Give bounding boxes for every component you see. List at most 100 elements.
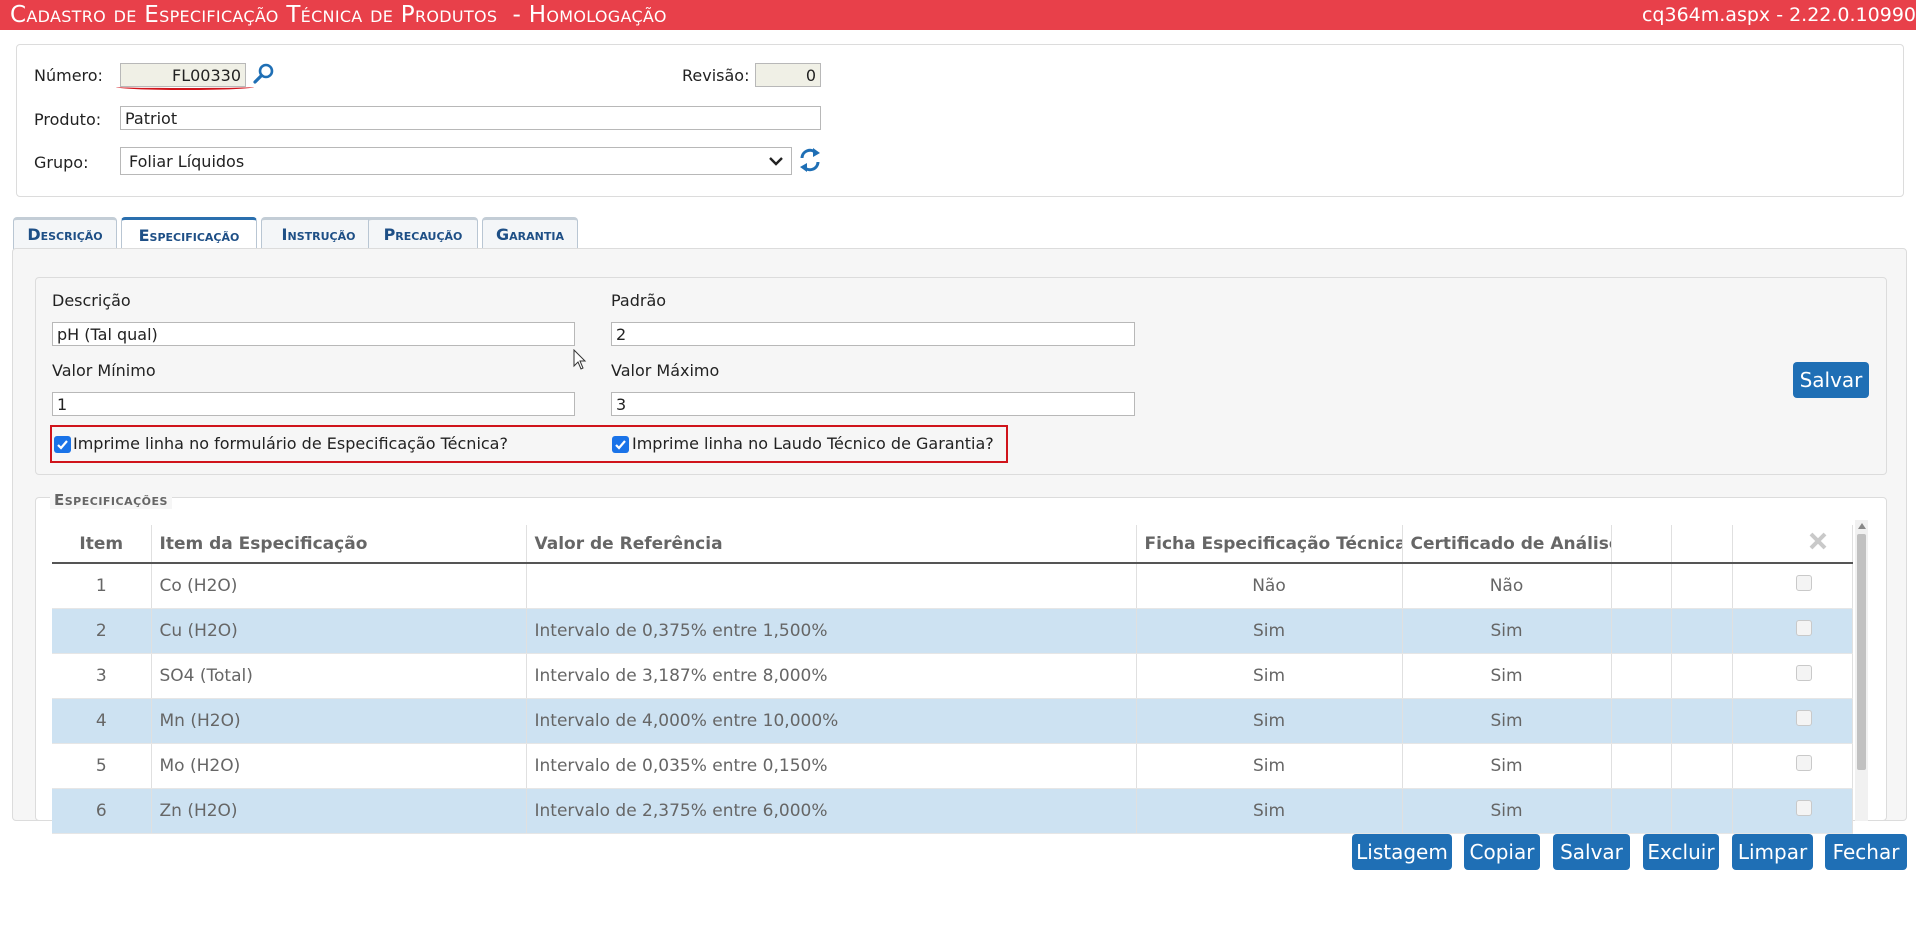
cell-ficha: Sim: [1136, 653, 1403, 699]
cell-select: [1732, 788, 1853, 834]
copiar-button[interactable]: Copiar: [1464, 834, 1540, 870]
print-warranty-label: Imprime linha no Laudo Técnico de Garant…: [632, 434, 994, 453]
tab-garantia[interactable]: Garantia: [482, 217, 578, 249]
cell-empty: [1671, 788, 1733, 834]
col-delete[interactable]: [1732, 525, 1853, 564]
row-checkbox[interactable]: [1795, 620, 1812, 636]
table-row[interactable]: 2 Cu (H2O) Intervalo de 0,375% entre 1,5…: [52, 608, 1853, 654]
numero-underline-annotation: [116, 84, 254, 90]
chevron-down-icon: [767, 150, 785, 172]
cell-empty: [1611, 743, 1672, 789]
tab-precaucao[interactable]: Precaução: [368, 217, 478, 249]
fechar-button[interactable]: Fechar: [1825, 834, 1907, 870]
cell-spec: Cu (H2O): [151, 608, 527, 654]
valor-minimo-field[interactable]: 1: [52, 392, 575, 416]
numero-label: Número:: [34, 66, 103, 85]
grupo-label: Grupo:: [34, 153, 89, 172]
scroll-up-arrow-icon[interactable]: [1858, 523, 1866, 529]
cell-ficha: Sim: [1136, 788, 1403, 834]
cell-item: 2: [52, 608, 152, 654]
row-checkbox[interactable]: [1795, 710, 1812, 726]
valor-minimo-label: Valor Mínimo: [52, 361, 156, 380]
form-save-button[interactable]: Salvar: [1793, 362, 1869, 398]
cell-empty: [1671, 698, 1733, 744]
descricao-label: Descrição: [52, 291, 131, 310]
grupo-select[interactable]: Foliar Líquidos: [120, 147, 792, 175]
cell-ref: Intervalo de 2,375% entre 6,000%: [526, 788, 1137, 834]
salvar-button[interactable]: Salvar: [1553, 834, 1630, 870]
cell-ref: Intervalo de 3,187% entre 8,000%: [526, 653, 1137, 699]
tab-especificacao[interactable]: Especificação: [121, 217, 257, 250]
col-certificado[interactable]: Certificado de Análise: [1402, 525, 1612, 564]
row-checkbox[interactable]: [1795, 800, 1812, 816]
cell-spec: Co (H2O): [151, 563, 527, 609]
search-icon[interactable]: [252, 62, 276, 86]
cell-cert: Sim: [1402, 698, 1612, 744]
especificacoes-legend: Especificações: [50, 491, 172, 509]
col-empty-2: [1671, 525, 1733, 564]
cell-select: [1732, 743, 1853, 789]
table-header-row: Item Item da Especificação Valor de Refe…: [52, 525, 1853, 564]
row-checkbox[interactable]: [1795, 665, 1812, 681]
descricao-field[interactable]: pH (Tal qual): [52, 322, 575, 346]
version-label: cq364m.aspx - 2.22.0.10990: [1641, 4, 1916, 26]
row-checkbox[interactable]: [1795, 755, 1812, 771]
cell-empty: [1671, 743, 1733, 789]
cell-empty: [1671, 653, 1733, 699]
valor-maximo-field[interactable]: 3: [611, 392, 1135, 416]
produto-field[interactable]: Patriot: [120, 106, 821, 130]
especificacoes-table: Item Item da Especificação Valor de Refe…: [52, 525, 1853, 834]
title-bar: Cadastro de Especificação Técnica de Pro…: [0, 0, 1916, 30]
cell-item: 6: [52, 788, 152, 834]
row-checkbox[interactable]: [1795, 575, 1812, 592]
cell-ficha: Não: [1136, 563, 1403, 609]
cell-spec: Mn (H2O): [151, 698, 527, 744]
cell-cert: Sim: [1402, 608, 1612, 654]
cell-ficha: Sim: [1136, 698, 1403, 744]
grid-scrollbar[interactable]: [1855, 520, 1868, 821]
cell-ref: Intervalo de 0,375% entre 1,500%: [526, 608, 1137, 654]
cell-empty: [1671, 608, 1733, 654]
cell-ref: Intervalo de 4,000% entre 10,000%: [526, 698, 1137, 744]
cell-spec: Zn (H2O): [151, 788, 527, 834]
tab-instrucao[interactable]: Instrução: [261, 217, 376, 249]
revisao-label: Revisão:: [682, 66, 750, 85]
padrao-field[interactable]: 2: [611, 322, 1135, 346]
cell-ficha: Sim: [1136, 743, 1403, 789]
print-spec-form-checkbox[interactable]: [54, 436, 71, 453]
col-item-especificacao[interactable]: Item da Especificação: [151, 525, 527, 564]
limpar-button[interactable]: Limpar: [1732, 834, 1813, 870]
listagem-button[interactable]: Listagem: [1352, 834, 1452, 870]
cell-ref: Intervalo de 0,035% entre 0,150%: [526, 743, 1137, 789]
cell-cert: Sim: [1402, 788, 1612, 834]
padrao-label: Padrão: [611, 291, 667, 310]
refresh-icon[interactable]: [798, 147, 822, 173]
excluir-button[interactable]: Excluir: [1643, 834, 1719, 870]
table-row[interactable]: 3 SO4 (Total) Intervalo de 3,187% entre …: [52, 653, 1853, 699]
table-row[interactable]: 5 Mo (H2O) Intervalo de 0,035% entre 0,1…: [52, 743, 1853, 789]
table-row[interactable]: 4 Mn (H2O) Intervalo de 4,000% entre 10,…: [52, 698, 1853, 744]
table-row[interactable]: 1 Co (H2O) Não Não: [52, 563, 1853, 609]
cell-cert: Sim: [1402, 653, 1612, 699]
table-row[interactable]: 6 Zn (H2O) Intervalo de 2,375% entre 6,0…: [52, 788, 1853, 834]
produto-label: Produto:: [34, 110, 102, 129]
cell-empty: [1611, 698, 1672, 744]
col-item[interactable]: Item: [52, 525, 152, 564]
window-title: Cadastro de Especificação Técnica de Pro…: [10, 2, 667, 28]
col-ficha-tecnica[interactable]: Ficha Especificação Técnica: [1136, 525, 1403, 564]
grupo-select-value: Foliar Líquidos: [129, 152, 245, 171]
mouse-cursor-icon: [573, 348, 587, 371]
tab-descricao[interactable]: Descrição: [13, 217, 117, 249]
cell-item: 3: [52, 653, 152, 699]
cell-select: [1732, 608, 1853, 654]
cell-ficha: Sim: [1136, 608, 1403, 654]
cell-empty: [1611, 563, 1672, 609]
scrollbar-thumb[interactable]: [1857, 534, 1866, 770]
print-warranty-checkbox[interactable]: [612, 436, 629, 453]
cell-cert: Sim: [1402, 743, 1612, 789]
revisao-field: 0: [755, 63, 821, 87]
delete-x-icon[interactable]: [1808, 531, 1828, 551]
col-valor-referencia[interactable]: Valor de Referência: [526, 525, 1137, 564]
cell-select: [1732, 653, 1853, 699]
cell-empty: [1611, 653, 1672, 699]
